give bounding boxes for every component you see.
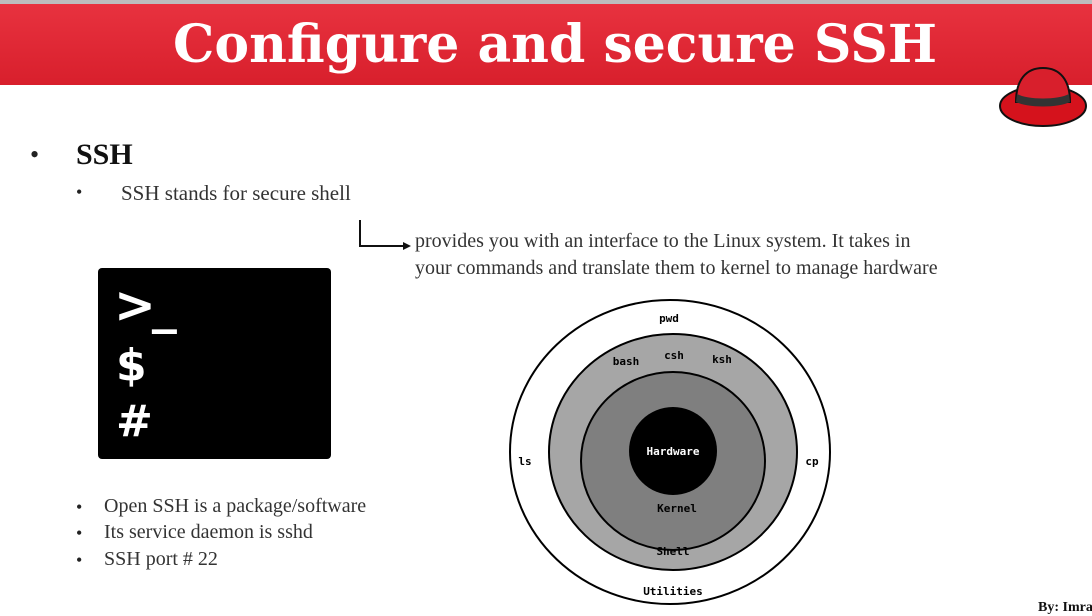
- ksh-label: ksh: [712, 353, 732, 366]
- section-heading: SSH: [76, 138, 133, 171]
- utilities-label: Utilities: [643, 585, 703, 598]
- bullet-icon: •: [30, 140, 40, 169]
- ssh-definition: SSH stands for secure shell: [121, 181, 351, 205]
- csh-label: csh: [664, 349, 684, 362]
- hash-glyph: #: [116, 396, 153, 447]
- author-credit: By: Imran: [1038, 600, 1092, 615]
- dollar-glyph: $: [116, 340, 147, 391]
- hardware-label: Hardware: [647, 445, 700, 458]
- kernel-label: Kernel: [657, 502, 697, 515]
- bullet-icon: •: [76, 182, 83, 202]
- shell-description-line1: provides you with an interface to the Li…: [415, 230, 911, 252]
- shell-description-line2: your commands and translate them to kern…: [415, 257, 938, 279]
- ls-label: ls: [518, 455, 531, 468]
- page-title: Configure and secure SSH: [173, 14, 937, 75]
- fact-item: Its service daemon is sshd: [104, 521, 313, 543]
- pwd-label: pwd: [659, 312, 679, 325]
- bash-label: bash: [613, 355, 640, 368]
- fact-item: Open SSH is a package/software: [104, 495, 367, 517]
- bullet-icon: •: [76, 523, 83, 543]
- title-banner: Configure and secure SSH: [0, 4, 1092, 85]
- prompt-glyph: >_: [114, 276, 177, 334]
- cp-label: cp: [805, 455, 819, 468]
- bullet-icon: •: [76, 497, 83, 517]
- terminal-icon: >_ $ #: [98, 268, 331, 459]
- red-fedora-hat-icon: [999, 66, 1087, 127]
- linux-layers-diagram: pwd ls cp Utilities bash csh ksh Shell K…: [509, 299, 831, 605]
- fact-item: SSH port # 22: [104, 548, 218, 570]
- bullet-icon: •: [76, 550, 83, 570]
- arrow-connector: [359, 220, 411, 250]
- shell-label: Shell: [656, 545, 689, 558]
